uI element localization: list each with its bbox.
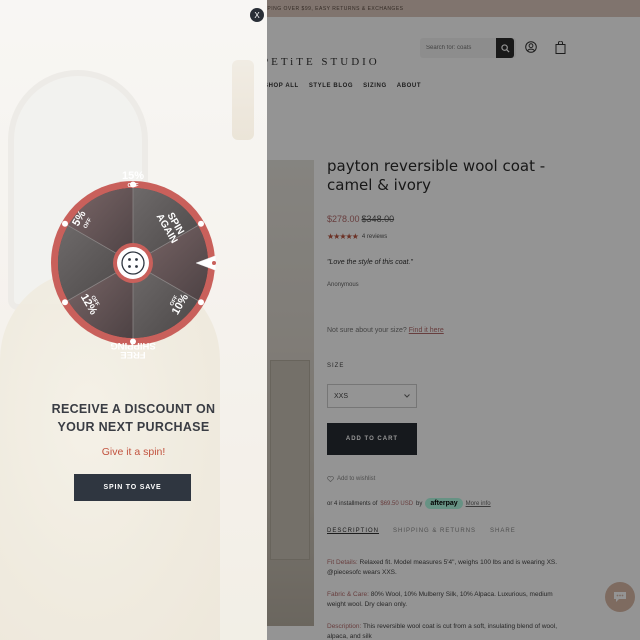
segment-sub-15-off: OFF <box>128 183 140 189</box>
segment-sub-shipping: SHIPPING <box>110 340 155 351</box>
spin-popup: X 15% OFF SPIN AGAIN 10% OFF FREE SHIPPI… <box>0 0 267 640</box>
prize-wheel[interactable]: 15% OFF SPIN AGAIN 10% OFF FREE SHIPPING… <box>48 141 216 385</box>
popup-subtext: Give it a spin! <box>101 446 166 458</box>
pointer-dot <box>212 261 216 265</box>
headline-line-2: YOUR NEXT PURCHASE <box>57 420 210 434</box>
spin-to-save-button[interactable]: SPIN TO SAVE <box>74 474 191 501</box>
headline-line-1: RECEIVE A DISCOUNT ON <box>51 402 216 416</box>
popup-headline: RECEIVE A DISCOUNT ON YOUR NEXT PURCHASE <box>0 400 267 436</box>
segment-label-15-off: 15% <box>122 170 144 182</box>
close-button[interactable]: X <box>250 8 264 22</box>
